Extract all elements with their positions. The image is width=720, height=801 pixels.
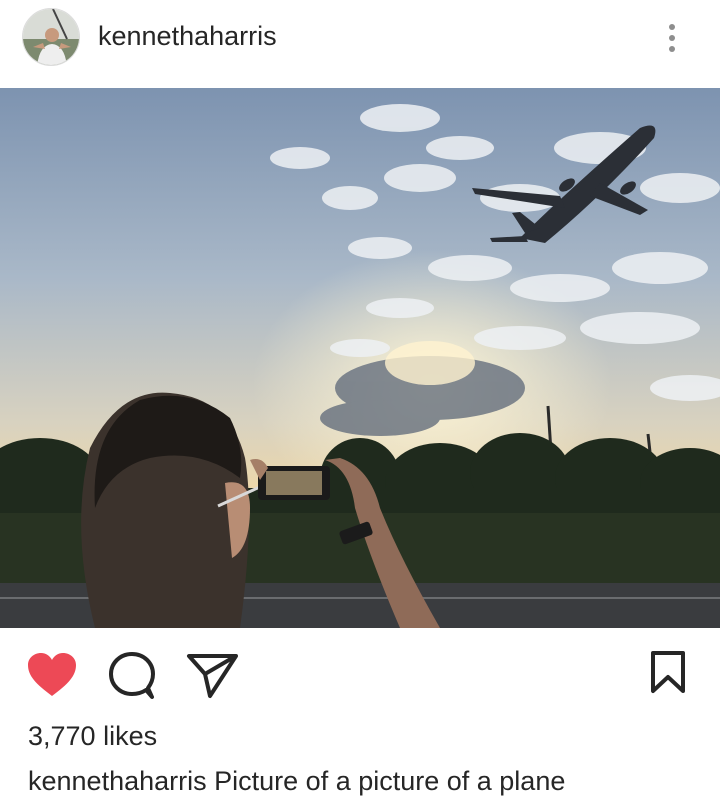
comment-bubble-icon[interactable] [106, 650, 158, 700]
caption-text: Picture of a picture of a plane [214, 766, 566, 796]
more-vertical-icon [669, 46, 675, 52]
bookmark-icon[interactable] [649, 650, 687, 694]
more-vertical-icon [669, 35, 675, 41]
post-photo-image [0, 88, 720, 628]
more-vertical-icon [669, 24, 675, 30]
avatar-image [23, 9, 79, 65]
paper-plane-icon[interactable] [186, 652, 240, 700]
post-username[interactable]: kennethaharris [98, 19, 277, 53]
post-actions [0, 628, 720, 720]
post-photo[interactable] [0, 88, 720, 628]
more-options-button[interactable] [656, 18, 688, 58]
heart-filled-icon[interactable] [26, 652, 78, 698]
caption: kennethaharris Picture of a picture of a… [28, 765, 565, 797]
likes-count[interactable]: 3,770 likes [28, 720, 157, 752]
caption-username[interactable]: kennethaharris [28, 766, 207, 796]
instagram-post: kennethaharris 3,770 likes kennethaharri… [0, 0, 720, 801]
avatar[interactable] [22, 8, 80, 66]
post-header: kennethaharris [0, 0, 720, 88]
